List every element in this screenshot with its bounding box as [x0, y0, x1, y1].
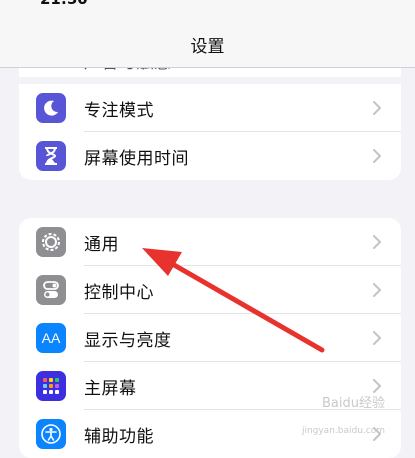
- watermark-url: jingyan.baidu.com: [301, 426, 385, 436]
- hourglass-icon: [36, 141, 66, 171]
- row-label: 控制中心: [84, 283, 154, 303]
- chevron-right-icon: [373, 101, 381, 115]
- row-label: 主屏幕: [84, 379, 137, 399]
- row-label: 通用: [84, 235, 119, 255]
- settings-group-general: 通用 控制中心 AA 显示与亮度 主屏幕 辅助功能: [19, 218, 401, 458]
- chevron-right-icon: [373, 235, 381, 249]
- settings-item-screen-time[interactable]: 屏幕使用时间: [19, 132, 401, 180]
- row-label: 辅助功能: [84, 427, 154, 447]
- page-title: 设置: [190, 37, 225, 57]
- toggles-icon: [36, 275, 66, 305]
- accessibility-icon: [36, 419, 66, 449]
- gear-icon: [36, 227, 66, 257]
- settings-item-focus[interactable]: 专注模式: [19, 84, 401, 132]
- chevron-right-icon: [373, 283, 381, 297]
- chevron-right-icon: [373, 331, 381, 345]
- row-label: 显示与亮度: [84, 331, 172, 351]
- home-grid-icon: [36, 371, 66, 401]
- text-size-icon: AA: [36, 323, 66, 353]
- settings-item-control-center[interactable]: 控制中心: [19, 266, 401, 314]
- status-bar: 21:50: [0, 0, 415, 10]
- navigation-bar: 21:50 设置: [0, 0, 415, 68]
- watermark-logo: Baidu经验: [322, 396, 385, 411]
- chevron-right-icon: [373, 149, 381, 163]
- status-time: 21:50: [40, 0, 88, 8]
- settings-group-focus: 专注模式 屏幕使用时间: [19, 84, 401, 180]
- settings-item-display-brightness[interactable]: AA 显示与亮度: [19, 314, 401, 362]
- row-label: 屏幕使用时间: [84, 149, 189, 169]
- moon-icon: [36, 93, 66, 123]
- row-label: 专注模式: [84, 101, 154, 121]
- settings-item-general[interactable]: 通用: [19, 218, 401, 266]
